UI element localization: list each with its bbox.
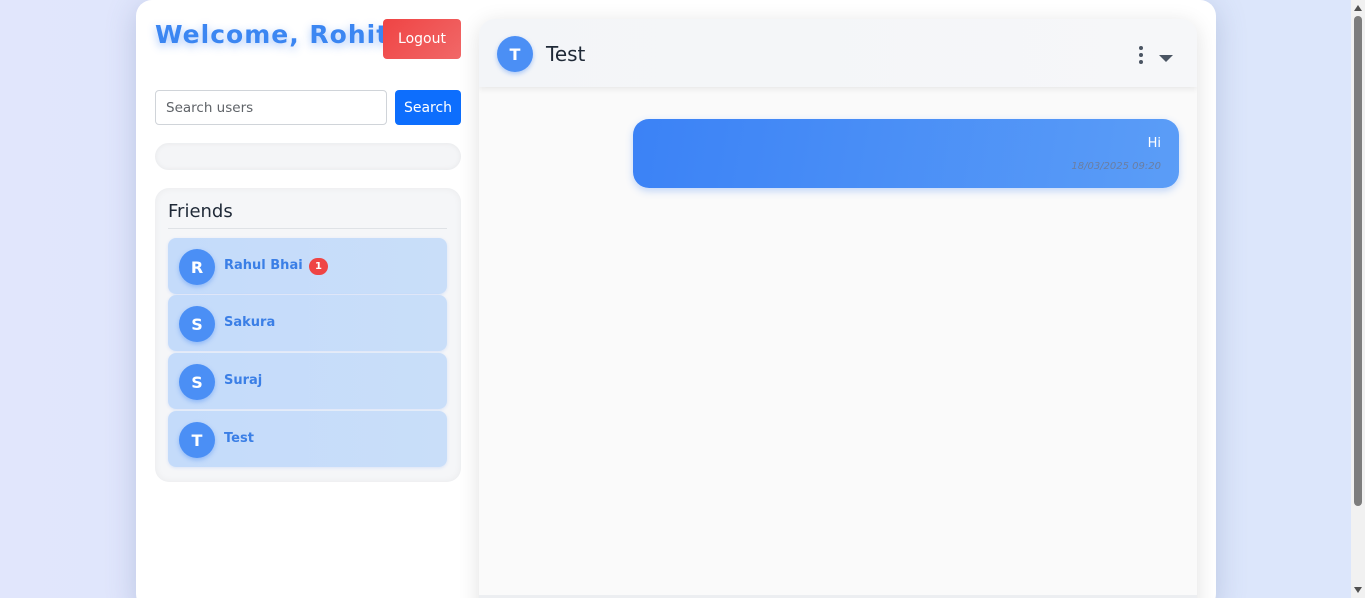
unread-badge: 1 [309,258,328,275]
friend-name: Test [224,431,254,446]
chat-app: Welcome, Rohit Logout Search Friends R R… [136,0,1216,598]
friends-divider [168,228,447,229]
friend-item-sakura[interactable]: S Sakura [168,295,447,351]
friend-item-rahul-bhai[interactable]: R Rahul Bhai 1 [168,238,447,294]
message-text: Hi [1147,136,1161,151]
logout-button[interactable]: Logout [383,19,461,59]
friend-item-suraj[interactable]: S Suraj [168,353,447,409]
contact-avatar: T [497,36,533,72]
message-timestamp: 18/03/2025 09:20 [1071,161,1161,172]
scroll-thumb[interactable] [1354,16,1362,506]
chat-header: T Test [479,19,1197,87]
avatar: T [179,422,215,458]
avatar: R [179,249,215,285]
search-button[interactable]: Search [395,90,461,125]
contact-name: Test [546,42,586,66]
avatar: S [179,364,215,400]
scroll-down-arrow-icon[interactable] [1353,585,1363,595]
vertical-dots-icon[interactable] [1135,45,1147,65]
friend-name: Suraj [224,373,263,388]
friend-name: Rahul Bhai [224,258,303,273]
caret-down-icon[interactable] [1158,48,1174,62]
chat-window: T Test Hi 18/03/2025 09:20 [479,19,1197,598]
page-scrollbar[interactable] [1351,0,1365,598]
scroll-up-arrow-icon[interactable] [1353,3,1363,13]
friend-name: Sakura [224,315,276,330]
welcome-heading: Welcome, Rohit [155,20,390,49]
search-results-container [155,143,461,170]
friends-panel: Friends R Rahul Bhai 1 S Sakura S Suraj … [155,188,461,482]
avatar: S [179,306,215,342]
friend-item-test[interactable]: T Test [168,411,447,467]
friends-title: Friends [168,201,233,222]
search-users-input[interactable] [155,90,387,125]
message-bubble-sent: Hi 18/03/2025 09:20 [633,119,1179,188]
